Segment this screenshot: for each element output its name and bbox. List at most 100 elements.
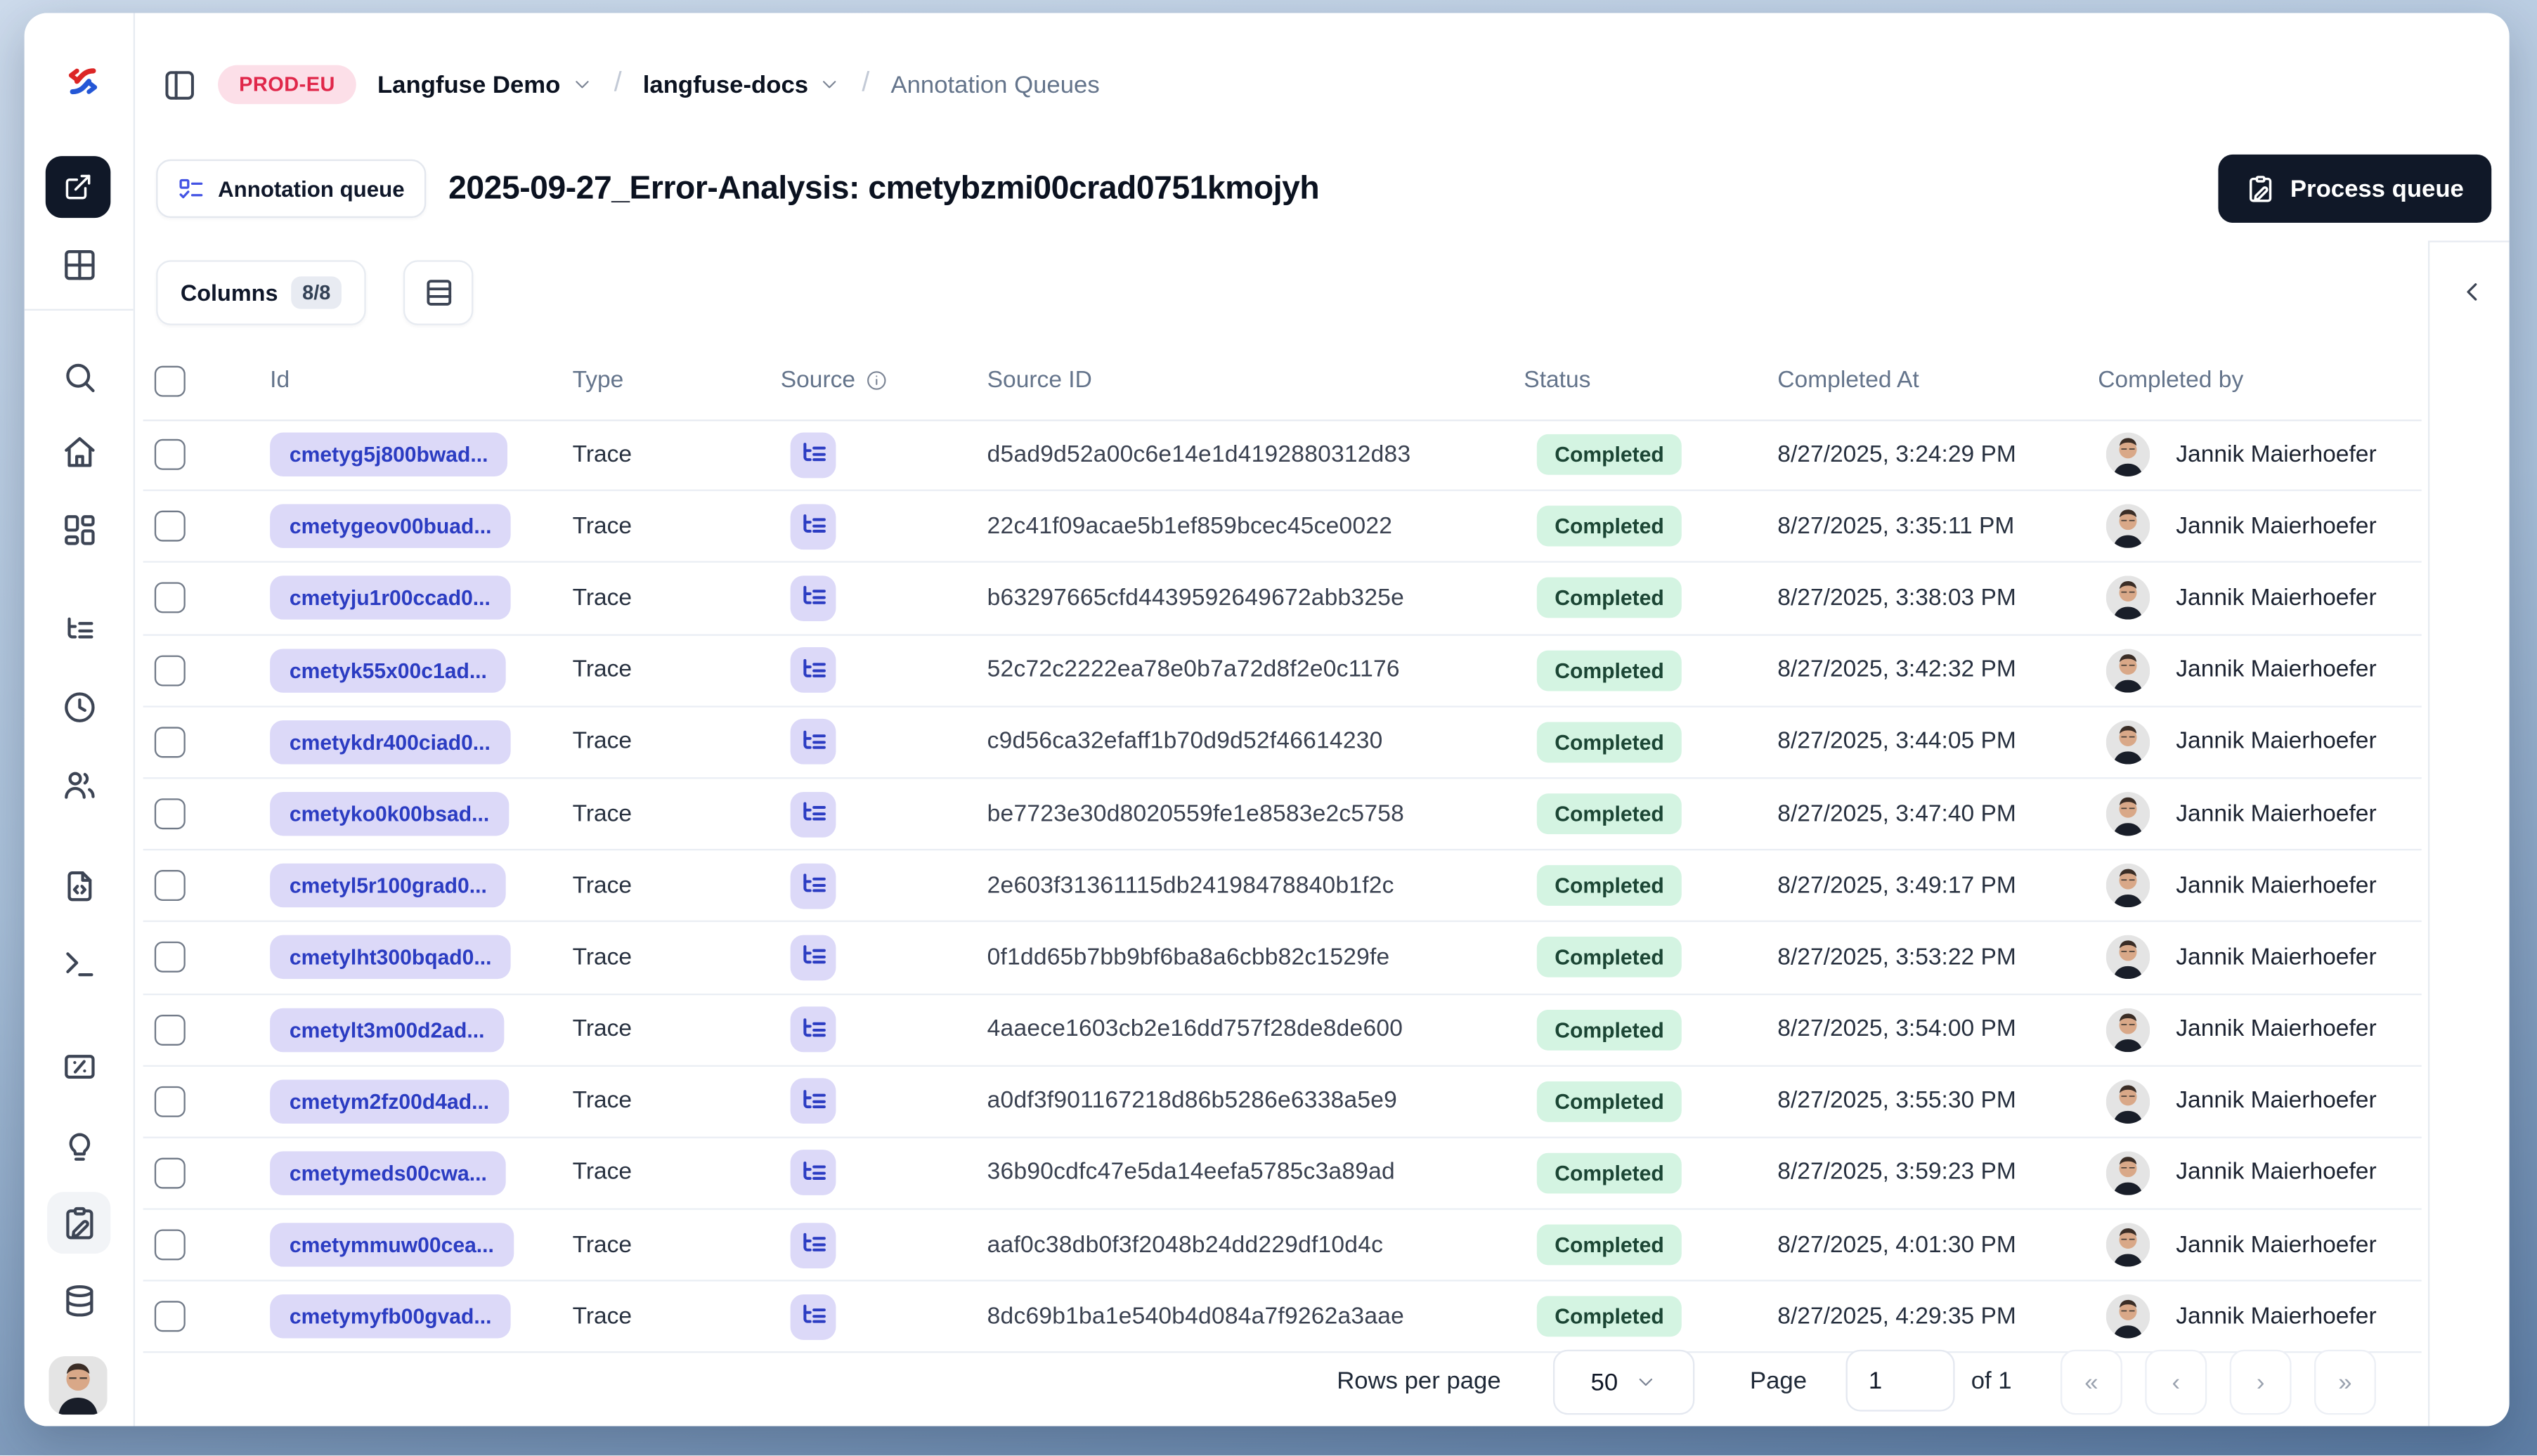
item-type: Trace [572, 873, 632, 899]
row-checkbox[interactable] [154, 1301, 186, 1333]
row-checkbox[interactable] [154, 870, 186, 902]
item-id-chip[interactable]: cmetyl5r100grad0... [270, 864, 507, 908]
col-header-source[interactable]: Source [781, 342, 888, 420]
item-id-chip[interactable]: cmetylt3m00d2ad... [270, 1007, 505, 1052]
terminal-icon[interactable] [61, 947, 97, 982]
page-number-input[interactable]: 1 [1845, 1349, 1955, 1412]
completed-by-name: Jannik Maierhoefer [2176, 1232, 2377, 1259]
project-switcher[interactable]: langfuse-docs [643, 71, 841, 98]
table-row[interactable]: cmetymmuw00cea... Trace aaf0c38db0f3f204… [143, 1210, 2422, 1282]
row-checkbox[interactable] [154, 654, 186, 686]
source-trace-button[interactable] [790, 791, 836, 837]
row-checkbox[interactable] [154, 1157, 186, 1189]
source-trace-button[interactable] [790, 1006, 836, 1053]
select-all-checkbox[interactable] [154, 365, 186, 396]
source-trace-button[interactable] [790, 719, 836, 765]
col-header-type[interactable]: Type [573, 342, 624, 420]
col-header-id[interactable]: Id [270, 342, 290, 420]
annotation-queues-nav-active[interactable] [47, 1192, 111, 1254]
row-checkbox[interactable] [154, 511, 186, 542]
table-row[interactable]: cmetykdr400ciad0... Trace c9d56ca32efaff… [143, 707, 2422, 779]
file-code-icon[interactable] [61, 869, 97, 904]
source-trace-button[interactable] [790, 863, 836, 909]
item-id-chip[interactable]: cmetymyfb00gvad... [270, 1294, 512, 1339]
search-icon[interactable] [61, 359, 97, 395]
completed-at: 8/27/2025, 3:53:22 PM [1777, 944, 2016, 971]
source-trace-button[interactable] [790, 647, 836, 694]
source-trace-button[interactable] [790, 431, 836, 478]
queue-type-badge[interactable]: Annotation queue [156, 159, 426, 219]
breadcrumb-current[interactable]: Annotation Queues [890, 71, 1099, 98]
completed-at: 8/27/2025, 3:47:40 PM [1777, 800, 2016, 827]
source-trace-button[interactable] [790, 1294, 836, 1340]
clock-icon[interactable] [61, 689, 97, 725]
open-external-button[interactable] [45, 156, 111, 219]
langfuse-logo-icon[interactable] [65, 63, 101, 99]
col-header-completed-at[interactable]: Completed At [1777, 342, 1919, 420]
row-checkbox[interactable] [154, 1086, 186, 1117]
item-id-chip[interactable]: cmetymmuw00cea... [270, 1223, 514, 1268]
item-id-chip[interactable]: cmetyk55x00c1ad... [270, 648, 507, 693]
sidebar-divider [24, 308, 134, 311]
source-id: b63297665cfd4439592649672abb325e [987, 585, 1405, 612]
dashboard-blocks-icon[interactable] [61, 512, 97, 548]
table-row[interactable]: cmetym2fz00d4ad... Trace a0df3f901167218… [143, 1066, 2422, 1138]
table-row[interactable]: cmetyju1r00ccad0... Trace b63297665cfd44… [143, 564, 2422, 635]
process-queue-button[interactable]: Process queue [2219, 154, 2492, 223]
item-id-chip[interactable]: cmetyko0k00bsad... [270, 792, 509, 836]
row-checkbox[interactable] [154, 727, 186, 758]
row-checkbox[interactable] [154, 583, 186, 614]
item-id-chip[interactable]: cmetymeds00cwa... [270, 1151, 507, 1195]
table-grid-icon[interactable] [61, 247, 97, 283]
source-trace-button[interactable] [790, 1078, 836, 1124]
col-header-completed-by[interactable]: Completed by [2098, 342, 2243, 420]
table-row[interactable]: cmetyg5j800bwad... Trace d5ad9d52a00c6e1… [143, 420, 2422, 492]
source-trace-button[interactable] [790, 1222, 836, 1268]
chevron-left-icon [2466, 282, 2477, 300]
first-page-button[interactable]: « [2060, 1349, 2122, 1415]
panel-collapse-button[interactable] [2451, 270, 2493, 312]
row-checkbox[interactable] [154, 942, 186, 973]
completed-by-name: Jannik Maierhoefer [2176, 1088, 2377, 1114]
users-icon[interactable] [61, 767, 97, 803]
source-trace-button[interactable] [790, 935, 836, 981]
table-row[interactable]: cmetyko0k00bsad... Trace be7723e30d80205… [143, 779, 2422, 851]
item-id-chip[interactable]: cmetykdr400ciad0... [270, 720, 510, 765]
source-trace-button[interactable] [790, 1150, 836, 1196]
item-id-chip[interactable]: cmetym2fz00d4ad... [270, 1079, 509, 1124]
table-row[interactable]: cmetylt3m00d2ad... Trace 4aaece1603cb2e1… [143, 994, 2422, 1067]
columns-button[interactable]: Columns 8/8 [156, 260, 367, 325]
col-header-source-id[interactable]: Source ID [987, 342, 1092, 420]
item-id-chip[interactable]: cmetylht300bqad0... [270, 935, 512, 980]
source-id: 4aaece1603cb2e16dd757f28de8de600 [987, 1016, 1403, 1043]
row-height-button[interactable] [403, 260, 474, 325]
user-avatar[interactable] [48, 1356, 108, 1415]
table-row[interactable]: cmetyl5r100grad0... Trace 2e603f31361115… [143, 851, 2422, 923]
row-checkbox[interactable] [154, 798, 186, 830]
row-checkbox[interactable] [154, 1014, 186, 1046]
next-page-button[interactable]: › [2229, 1349, 2292, 1415]
sidebar-toggle-icon[interactable] [162, 67, 197, 102]
row-checkbox[interactable] [154, 1229, 186, 1261]
trace-tree-icon[interactable] [61, 613, 97, 649]
source-trace-button[interactable] [790, 503, 836, 550]
row-checkbox[interactable] [154, 439, 186, 470]
scores-card-icon[interactable] [61, 1049, 97, 1085]
source-trace-button[interactable] [790, 576, 836, 621]
home-icon[interactable] [61, 434, 97, 470]
item-id-chip[interactable]: cmetyg5j800bwad... [270, 432, 508, 477]
table-row[interactable]: cmetymeds00cwa... Trace 36b90cdfc47e5da1… [143, 1138, 2422, 1210]
table-row[interactable]: cmetylht300bqad0... Trace 0f1dd65b7bb9bf… [143, 923, 2422, 995]
last-page-button[interactable]: » [2314, 1349, 2376, 1415]
rows-per-page-select[interactable]: 50 [1552, 1349, 1695, 1415]
lightbulb-icon[interactable] [61, 1130, 97, 1166]
table-row[interactable]: cmetyk55x00c1ad... Trace 52c72c2222ea78e… [143, 635, 2422, 708]
item-id-chip[interactable]: cmetyju1r00ccad0... [270, 576, 510, 620]
table-row[interactable]: cmetygeov00buad... Trace 22c41f09acae5b1… [143, 491, 2422, 564]
item-id-chip[interactable]: cmetygeov00buad... [270, 505, 512, 549]
col-header-status[interactable]: Status [1524, 342, 1590, 420]
table-row[interactable]: cmetymyfb00gvad... Trace 8dc69b1ba1e540b… [143, 1282, 2422, 1354]
database-icon[interactable] [61, 1283, 97, 1319]
org-switcher[interactable]: Langfuse Demo [377, 71, 593, 98]
prev-page-button[interactable]: ‹ [2145, 1349, 2207, 1415]
